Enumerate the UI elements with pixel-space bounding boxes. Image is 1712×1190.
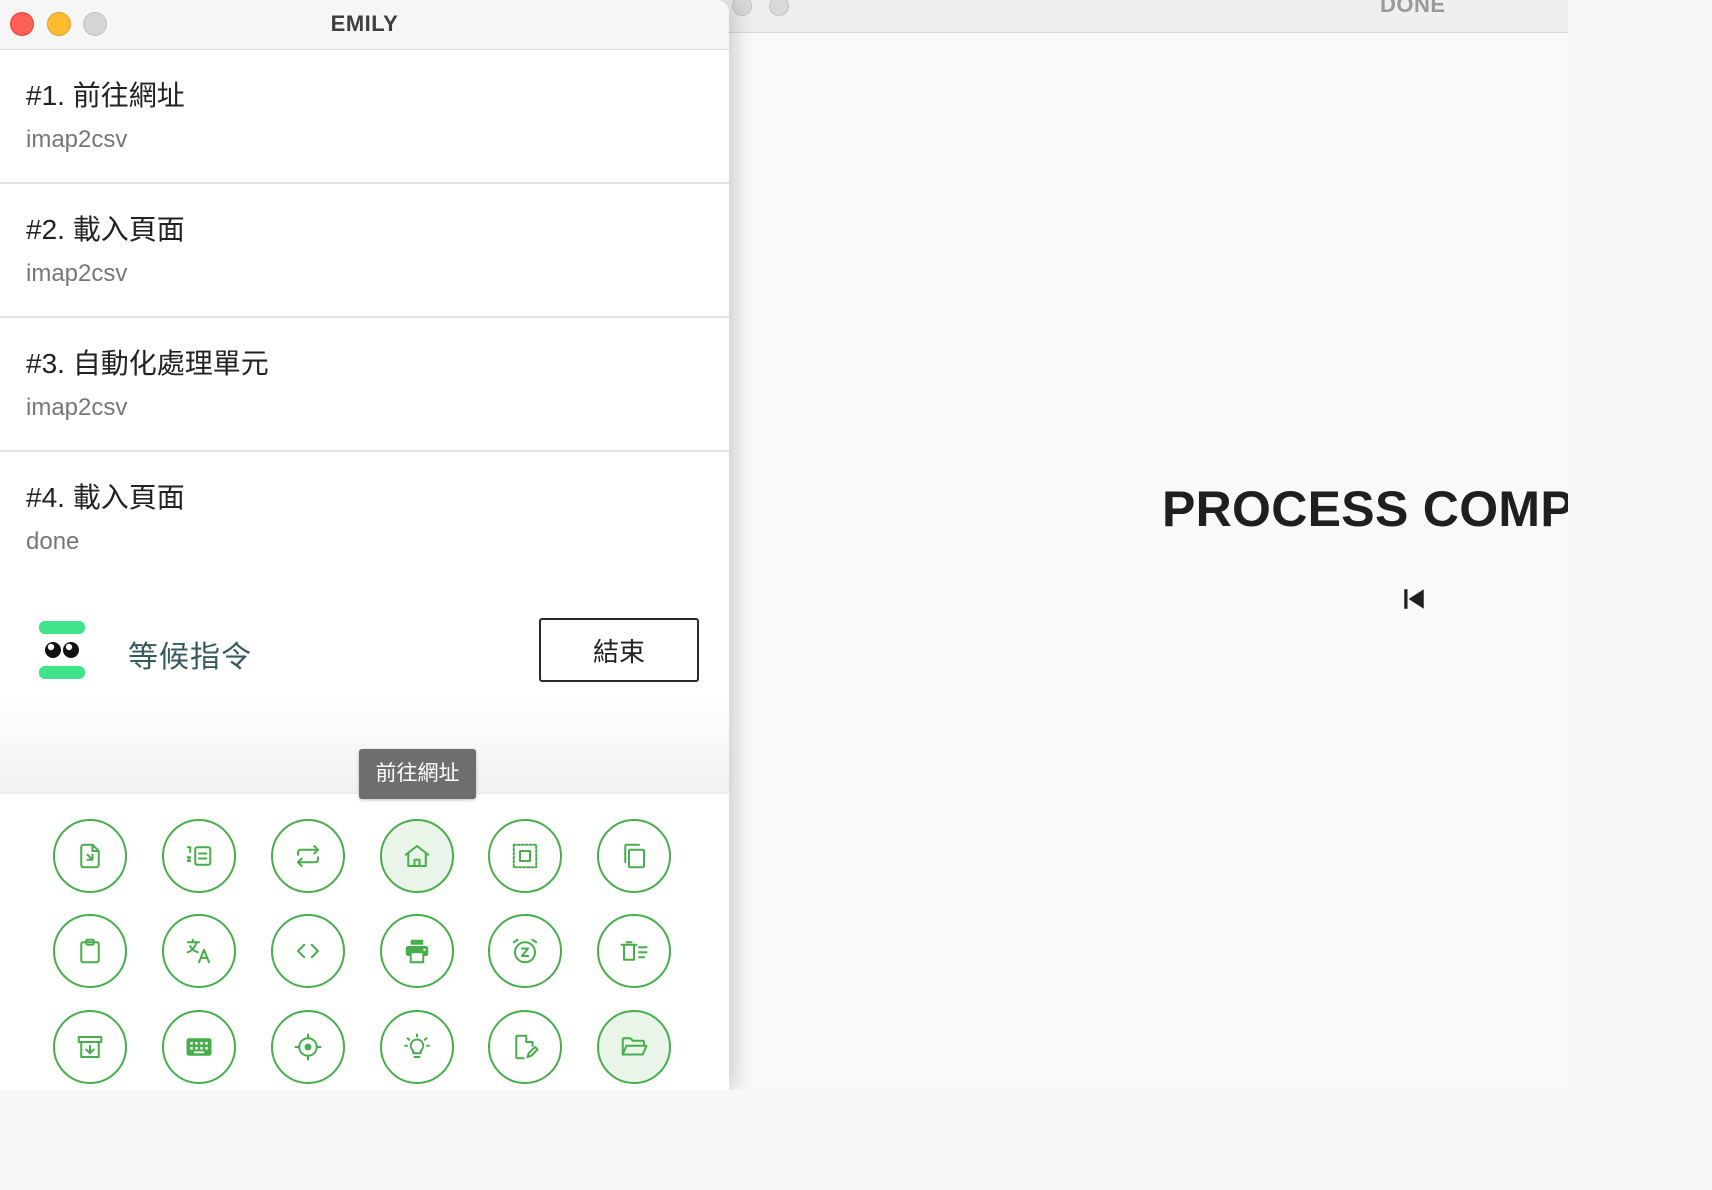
lightbulb-button[interactable]	[380, 1010, 454, 1084]
window-close-dot[interactable]	[732, 0, 752, 16]
step-item-1[interactable]: #1. 前往網址 imap2csv	[0, 50, 729, 184]
done-window-titlebar: DONE	[700, 0, 1568, 33]
done-window-title: DONE	[1380, 0, 1446, 17]
repeat-button[interactable]	[271, 819, 345, 893]
keyboard-button[interactable]	[162, 1010, 236, 1084]
list-numbered-button[interactable]	[162, 819, 236, 893]
file-edit-button[interactable]	[488, 1010, 562, 1084]
step-title: #3. 自動化處理單元	[26, 348, 269, 379]
step-title: #2. 載入頁面	[26, 214, 185, 245]
translate-icon	[184, 936, 214, 966]
command-toolbar	[0, 793, 729, 1090]
print-icon	[405, 939, 429, 966]
step-title: #1. 前往網址	[26, 80, 185, 111]
copy-icon	[619, 841, 649, 871]
file-import-button[interactable]	[53, 819, 127, 893]
folder-open-button[interactable]	[597, 1010, 671, 1084]
file-edit-icon	[510, 1032, 540, 1062]
desktop: DONE PROCESS COMPLETED EMILY #1. 前往網址 im…	[0, 0, 1568, 1090]
step-title: #4. 載入頁面	[26, 482, 185, 513]
step-subtitle: imap2csv	[26, 260, 128, 287]
list-numbered-icon	[184, 841, 214, 871]
step-subtitle: imap2csv	[26, 126, 128, 153]
archive-download-icon	[75, 1032, 105, 1062]
copy-button[interactable]	[597, 819, 671, 893]
step-subtitle: done	[26, 528, 80, 555]
delete-list-icon	[619, 936, 649, 966]
code-icon	[293, 936, 323, 966]
process-completed-heading: PROCESS COMPLETED	[1162, 481, 1568, 537]
alarm-snooze-icon	[510, 936, 540, 966]
end-button[interactable]: 結束	[539, 618, 699, 682]
select-area-button[interactable]	[488, 819, 562, 893]
step-list: #1. 前往網址 imap2csv #2. 載入頁面 imap2csv #3. …	[0, 50, 729, 586]
skip-previous-icon[interactable]	[1401, 586, 1427, 612]
robot-face-icon	[39, 621, 85, 679]
step-item-3[interactable]: #3. 自動化處理單元 imap2csv	[0, 318, 729, 452]
window-title: EMILY	[330, 11, 399, 36]
folder-open-icon	[619, 1032, 649, 1062]
done-window: DONE PROCESS COMPLETED	[700, 0, 1568, 1090]
crosshair-icon	[293, 1032, 323, 1062]
file-import-icon	[75, 841, 105, 871]
clipboard-button[interactable]	[53, 914, 127, 988]
tooltip: 前往網址	[359, 749, 476, 799]
status-text: 等候指令	[128, 641, 252, 674]
delete-list-button[interactable]	[597, 914, 671, 988]
lightbulb-icon	[402, 1032, 432, 1062]
emily-window-titlebar: EMILY	[0, 0, 729, 50]
step-item-2[interactable]: #2. 載入頁面 imap2csv	[0, 184, 729, 318]
code-button[interactable]	[271, 914, 345, 988]
window-minimize-dot[interactable]	[769, 0, 789, 16]
home-button[interactable]	[380, 819, 454, 893]
emily-window: EMILY #1. 前往網址 imap2csv #2. 載入頁面 imap2cs…	[0, 0, 729, 1090]
select-area-icon	[510, 841, 540, 871]
step-item-4[interactable]: #4. 載入頁面 done	[0, 452, 729, 586]
crosshair-button[interactable]	[271, 1010, 345, 1084]
repeat-icon	[293, 841, 323, 871]
translate-button[interactable]	[162, 914, 236, 988]
clipboard-icon	[75, 936, 105, 966]
step-subtitle: imap2csv	[26, 394, 128, 421]
alarm-snooze-button[interactable]	[488, 914, 562, 988]
print-button[interactable]	[380, 914, 454, 988]
home-icon	[402, 841, 432, 871]
archive-download-button[interactable]	[53, 1010, 127, 1084]
keyboard-icon	[186, 1038, 212, 1056]
